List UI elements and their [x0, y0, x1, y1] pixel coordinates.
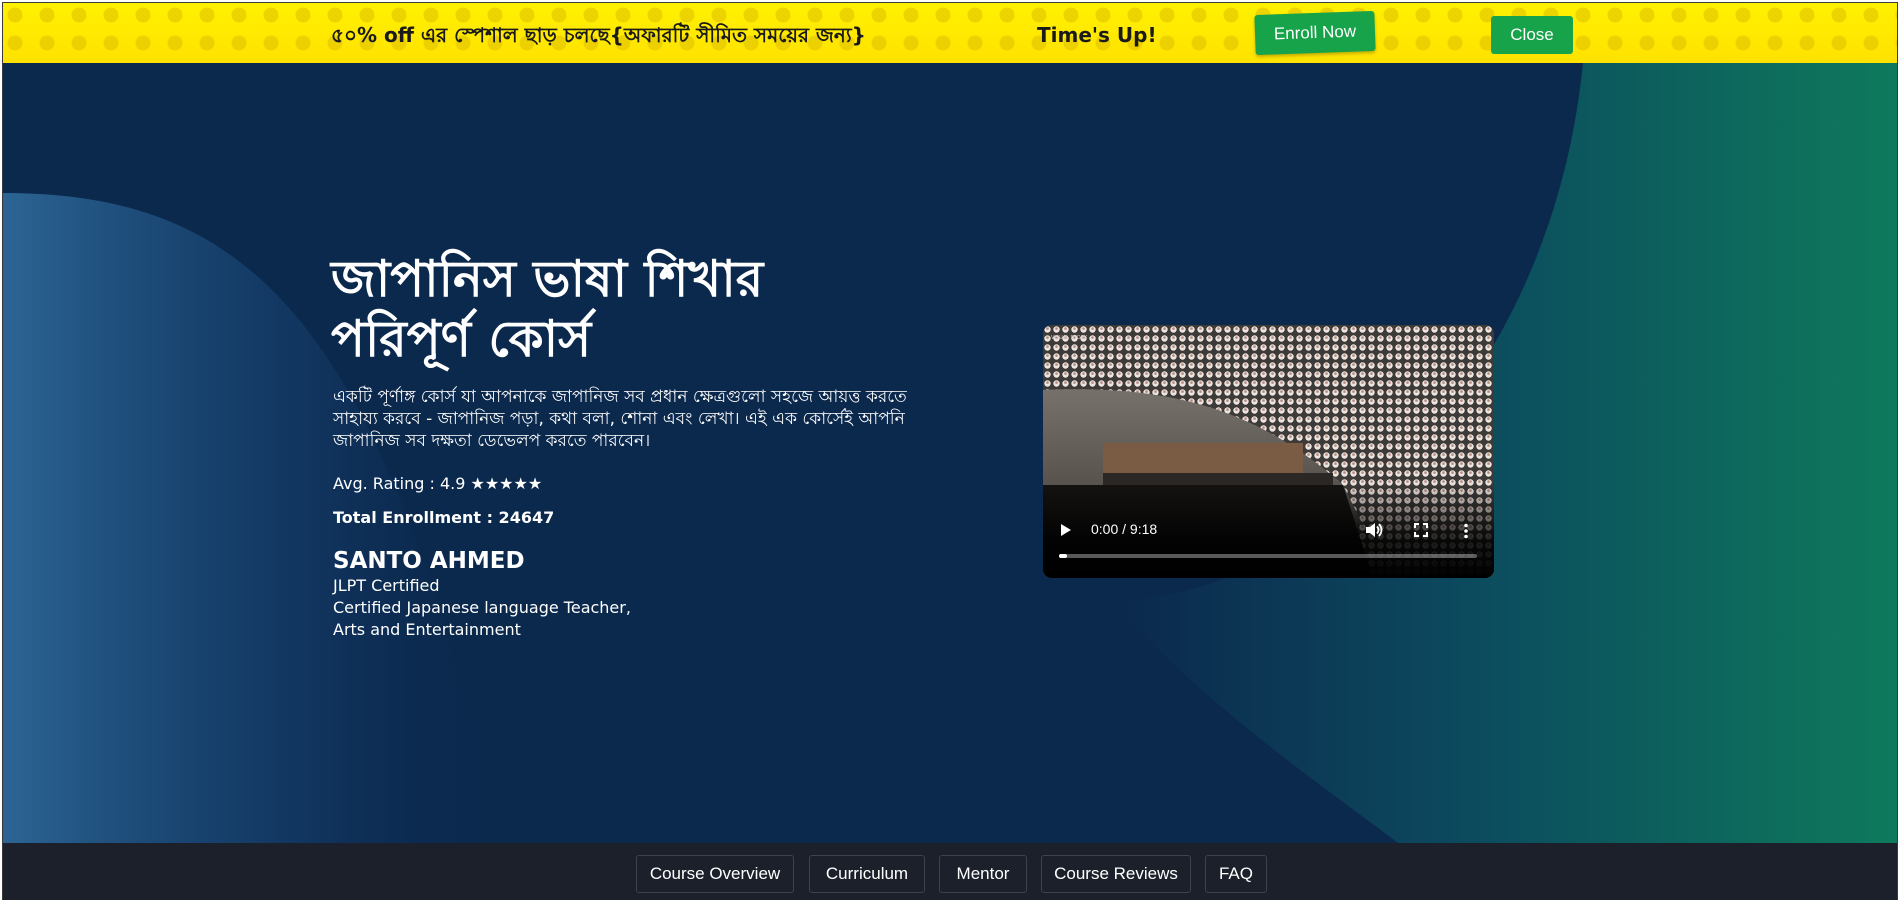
average-rating: Avg. Rating : 4.9 ★★★★★: [333, 474, 543, 493]
course-section-nav: Course Overview Curriculum Mentor Course…: [3, 843, 1897, 901]
promo-banner: ৫০% off এর স্পেশাল ছাড় চলছে{অফারটি সীমি…: [3, 3, 1897, 63]
mentor-credential: Certified Japanese language Teacher,: [333, 598, 631, 617]
video-progress-bar[interactable]: [1059, 554, 1477, 558]
nav-curriculum[interactable]: Curriculum: [809, 855, 925, 893]
nav-faq[interactable]: FAQ: [1205, 855, 1267, 893]
svg-text:VISUAL STORY: VISUAL STORY: [1051, 335, 1088, 341]
promo-offer-text: ৫০% off এর স্পেশাল ছাড় চলছে{অফারটি সীমি…: [331, 23, 866, 47]
page-frame: ৫০% off এর স্পেশাল ছাড় চলছে{অফারটি সীমি…: [2, 2, 1898, 902]
mentor-name: SANTO AHMED: [333, 548, 525, 574]
enroll-now-button[interactable]: Enroll Now: [1254, 10, 1376, 56]
fullscreen-icon[interactable]: [1414, 523, 1428, 541]
mentor-credential: Arts and Entertainment: [333, 620, 521, 639]
video-progress-fill: [1059, 554, 1068, 558]
close-banner-button[interactable]: Close: [1491, 16, 1573, 54]
total-enrollment: Total Enrollment : 24647: [333, 508, 555, 527]
play-icon[interactable]: [1060, 523, 1072, 541]
mentor-credential: JLPT Certified: [333, 576, 440, 595]
course-description: একটি পূর্ণাঙ্গ কোর্স যা আপনাকে জাপানিজ স…: [333, 387, 907, 451]
course-video-player[interactable]: VISUAL STORY 0:00 / 9:18: [1043, 325, 1494, 578]
nav-course-overview[interactable]: Course Overview: [636, 855, 794, 893]
more-options-icon[interactable]: [1463, 523, 1469, 543]
course-title: জাপানিস ভাষা শিখার পরিপূর্ণ কোর্স: [331, 250, 764, 368]
page-bottom-edge: [0, 900, 1900, 920]
promo-countdown: Time's Up!: [1037, 23, 1157, 47]
hero-section: জাপানিস ভাষা শিখার পরিপূর্ণ কোর্স একটি প…: [3, 63, 1897, 843]
video-time-display: 0:00 / 9:18: [1091, 521, 1158, 537]
hero-background: [3, 63, 1897, 843]
nav-mentor[interactable]: Mentor: [939, 855, 1027, 893]
volume-icon[interactable]: [1365, 522, 1383, 542]
nav-course-reviews[interactable]: Course Reviews: [1041, 855, 1191, 893]
